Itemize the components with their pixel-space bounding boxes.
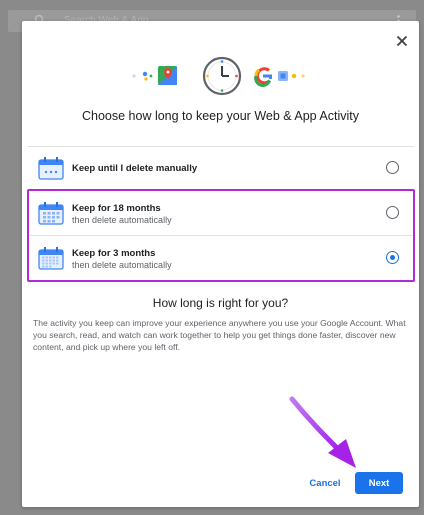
shopping-icon (278, 71, 288, 81)
option-label: Keep for 3 months (72, 248, 156, 259)
maps-icon (158, 66, 177, 85)
clock-icon (202, 56, 242, 96)
calendar-icon (38, 202, 64, 225)
option-keep-until-delete[interactable]: Keep until I delete manually (28, 147, 414, 189)
radio-keep-18-months[interactable] (386, 206, 399, 219)
option-sublabel: then delete automatically (72, 260, 172, 270)
section-title: How long is right for you? (152, 296, 289, 310)
arrow-annotation (289, 396, 356, 468)
activity-retention-dialog: Choose how long to keep your Web & App A… (22, 21, 419, 507)
option-label: Keep until I delete manually (72, 163, 198, 174)
calendar-icon (38, 247, 64, 270)
calendar-icon (38, 157, 64, 180)
close-icon[interactable] (394, 33, 410, 49)
section-body: The activity you keep can improve your e… (33, 318, 406, 352)
cancel-button[interactable]: Cancel (305, 472, 345, 494)
option-sublabel: then delete automatically (72, 215, 172, 225)
radio-keep-until-delete[interactable] (386, 161, 399, 174)
option-keep-3-months[interactable]: Keep for 3 months then delete automatica… (28, 236, 414, 280)
next-button[interactable]: Next (355, 472, 403, 494)
radio-keep-3-months[interactable] (386, 251, 399, 264)
dialog-title: Choose how long to keep your Web & App A… (81, 109, 359, 123)
hero-illustration (132, 56, 305, 96)
option-label: Keep for 18 months (72, 203, 161, 214)
google-icon (254, 67, 272, 87)
option-keep-18-months[interactable]: Keep for 18 months then delete automatic… (28, 192, 414, 234)
